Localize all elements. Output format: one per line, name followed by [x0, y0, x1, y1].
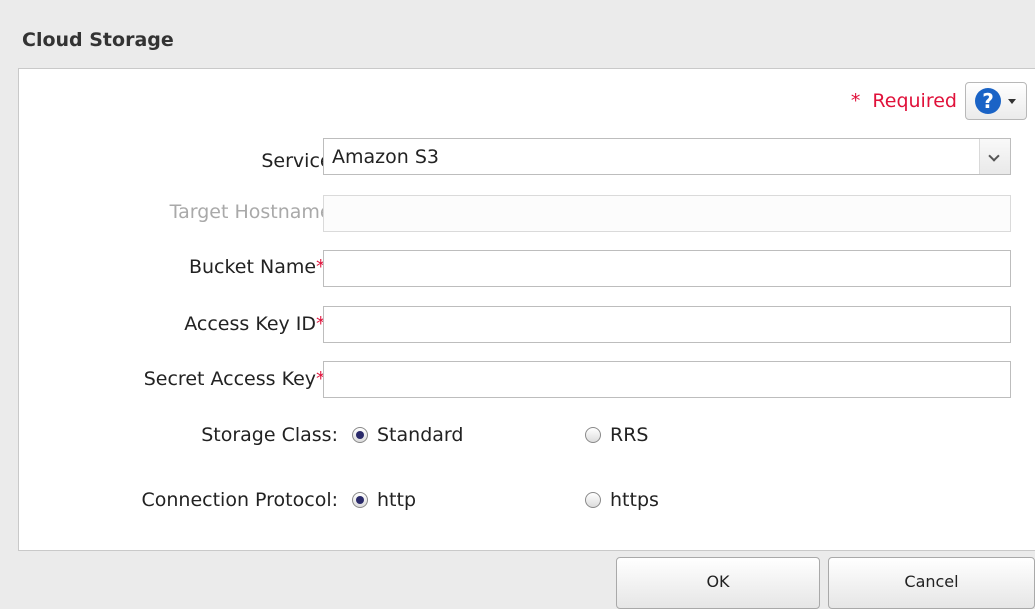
connection-protocol-https-label: https: [610, 489, 659, 511]
ok-button[interactable]: OK: [616, 557, 820, 609]
storage-class-label: Storage Class:: [201, 424, 338, 446]
service-selected-value: Amazon S3: [332, 145, 439, 168]
bucket-name-field[interactable]: [323, 250, 1011, 287]
required-note: * Required: [851, 90, 957, 112]
secret-access-key-label-text: Secret Access Key: [143, 368, 317, 390]
access-key-id-label: Access Key ID* :: [184, 313, 338, 335]
radio-unchecked-icon[interactable]: [585, 427, 601, 443]
access-key-id-label-text: Access Key ID: [184, 313, 317, 335]
connection-protocol-http-option[interactable]: http: [352, 489, 416, 511]
radio-checked-icon[interactable]: [352, 492, 368, 508]
connection-protocol-label: Connection Protocol:: [141, 489, 338, 511]
bucket-name-label: Bucket Name* :: [189, 256, 338, 278]
radio-unchecked-icon[interactable]: [585, 492, 601, 508]
help-button[interactable]: ?: [965, 82, 1027, 120]
chevron-down-icon: [1008, 99, 1016, 104]
storage-class-rrs-option[interactable]: RRS: [585, 424, 648, 446]
cancel-button[interactable]: Cancel: [828, 557, 1035, 609]
chevron-down-icon[interactable]: [979, 139, 1010, 174]
secret-access-key-field[interactable]: [323, 361, 1011, 398]
required-star: *: [850, 90, 861, 112]
secret-access-key-label: Secret Access Key* :: [144, 368, 338, 390]
storage-class-standard-label: Standard: [377, 424, 464, 446]
access-key-id-field[interactable]: [323, 306, 1011, 343]
storage-class-rrs-label: RRS: [610, 424, 649, 446]
bucket-name-label-text: Bucket Name: [188, 256, 317, 278]
connection-protocol-https-option[interactable]: https: [585, 489, 659, 511]
storage-class-standard-option[interactable]: Standard: [352, 424, 463, 446]
service-select[interactable]: Amazon S3: [323, 138, 1011, 175]
cloud-storage-dialog: Cloud Storage * Required ? Service: Amaz…: [0, 0, 1035, 609]
connection-protocol-http-label: http: [377, 489, 417, 511]
target-hostname-field[interactable]: [323, 195, 1011, 232]
question-circle-icon: ?: [975, 88, 1001, 114]
target-hostname-label: Target Hostname:: [169, 201, 338, 223]
dialog-title: Cloud Storage: [22, 29, 174, 51]
radio-checked-icon[interactable]: [352, 427, 368, 443]
required-label: Required: [872, 90, 957, 112]
